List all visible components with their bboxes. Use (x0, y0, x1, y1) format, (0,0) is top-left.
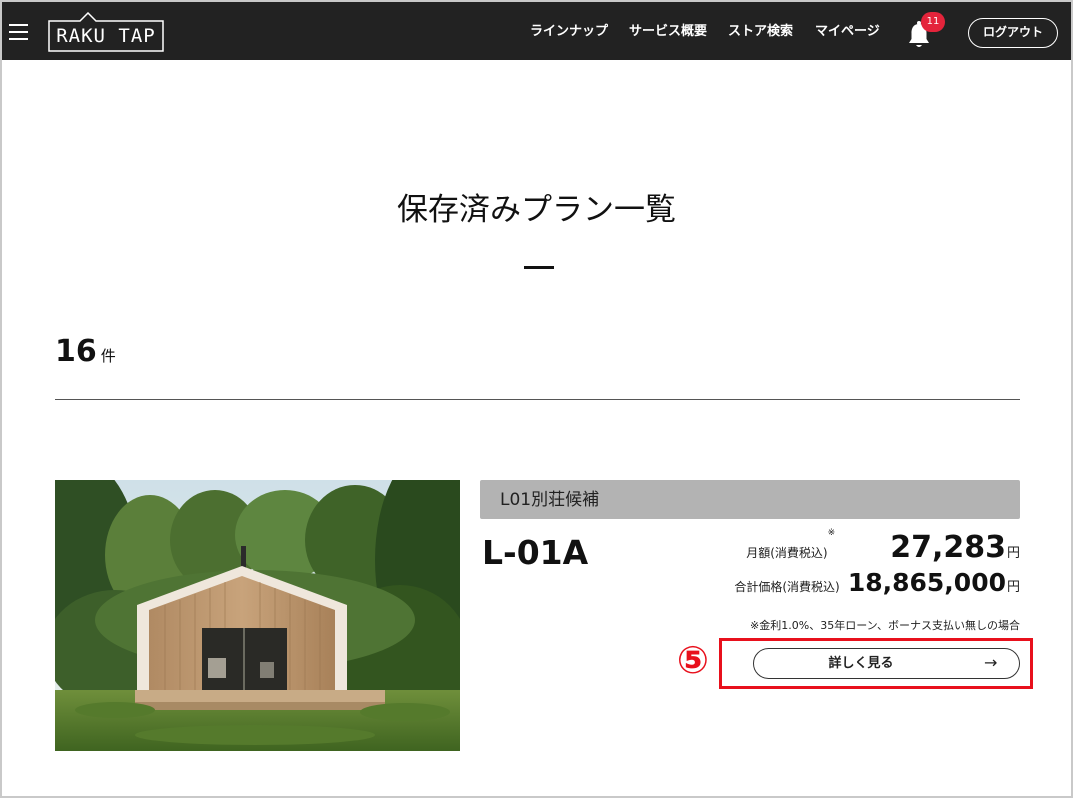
total-price-row: 合計価格(消費税込) 18,865,000円 (734, 568, 1020, 597)
monthly-price-value: 27,283 (890, 530, 1006, 565)
total-price-unit: 円 (1006, 580, 1020, 595)
nav-store-search[interactable]: ストア検索 (728, 24, 793, 40)
plan-label: L01別荘候補 (500, 490, 600, 510)
result-count-unit: 件 (100, 347, 116, 365)
result-count: 16 件 (55, 334, 116, 374)
monthly-price-label: 月額(消費税込) (746, 546, 828, 560)
logout-button[interactable]: ログアウト (968, 18, 1058, 48)
site-header: RAKU TAP ラインナップ サービス概要 ストア検索 マイページ 11 ログ… (2, 2, 1071, 60)
plan-model: L-01A (482, 533, 589, 572)
divider (55, 399, 1020, 400)
arrow-right-icon: → (984, 653, 998, 672)
result-count-number: 16 (55, 334, 97, 369)
total-price-value: 18,865,000 (847, 568, 1006, 597)
nav-mypage[interactable]: マイページ (815, 24, 880, 40)
step-number-annotation: ⑤ (676, 638, 710, 682)
loan-note: ※金利1.0%、35年ローン、ボーナス支払い無しの場合 (750, 619, 1020, 632)
page-frame: RAKU TAP ラインナップ サービス概要 ストア検索 マイページ 11 ログ… (0, 0, 1073, 798)
nav-lineup[interactable]: ラインナップ (530, 24, 608, 40)
site-logo[interactable]: RAKU TAP (48, 12, 164, 52)
notification-badge: 11 (921, 12, 945, 32)
logo-text: RAKU TAP (56, 25, 156, 47)
page-title: 保存済みプラン一覧 (397, 192, 676, 228)
plan-label-bar: L01別荘候補 (480, 480, 1020, 519)
monthly-price-row: 月額(消費税込) ※ 27,283円 (746, 528, 1020, 565)
plan-image[interactable] (55, 480, 460, 751)
view-details-label: 詳しく見る (828, 656, 894, 671)
view-details-button[interactable]: 詳しく見る → (753, 648, 1020, 679)
hamburger-menu-icon[interactable] (9, 24, 28, 41)
monthly-price-unit: 円 (1006, 546, 1020, 561)
title-underline (524, 266, 554, 269)
total-price-label: 合計価格(消費税込) (734, 580, 840, 594)
monthly-price-mark: ※ (827, 528, 836, 538)
nav-service-overview[interactable]: サービス概要 (629, 24, 707, 40)
